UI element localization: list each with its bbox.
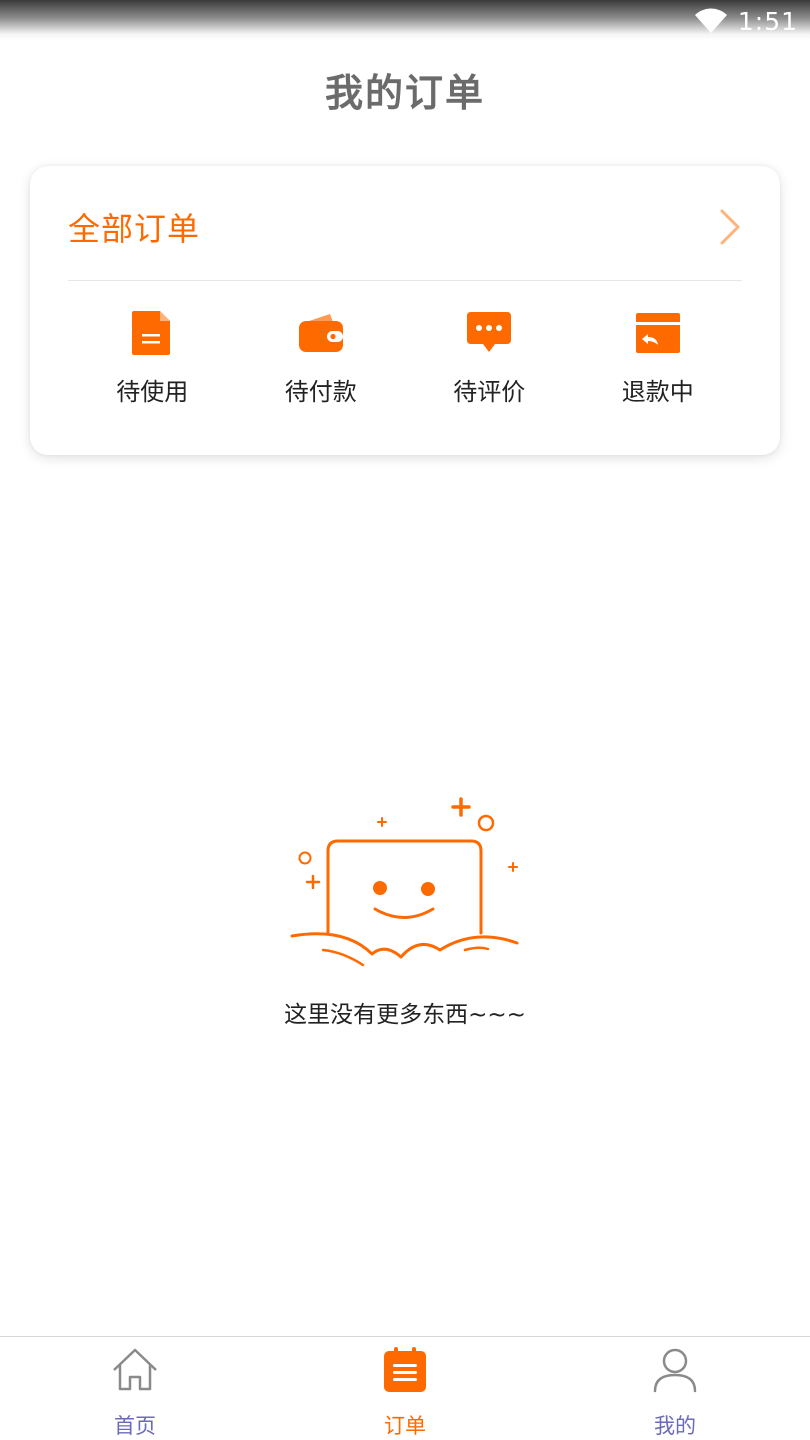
wifi-icon [694, 8, 727, 33]
status-indicators: 1:51 [694, 6, 798, 36]
order-status-row: 待使用 待付款 待评价 退款中 [68, 310, 742, 410]
smiley-box-icon [290, 797, 519, 967]
nav-item-home[interactable]: 首页 [0, 1337, 270, 1440]
chat-bubble-icon [467, 312, 512, 352]
user-icon [653, 1348, 697, 1393]
status-pending-use[interactable]: 待使用 [68, 310, 237, 410]
status-label: 待使用 [116, 378, 189, 406]
card-divider [68, 280, 742, 281]
wallet-icon [298, 314, 343, 352]
nav-item-orders[interactable]: 订单 [270, 1337, 540, 1440]
page-title: 我的订单 [324, 71, 485, 115]
chevron-right-icon [720, 209, 740, 245]
order-list-icon [384, 1347, 426, 1392]
all-orders-label: 全部订单 [68, 210, 201, 248]
nav-label-profile: 我的 [654, 1414, 696, 1438]
status-label: 待评价 [453, 378, 526, 406]
status-bar: 1:51 [0, 0, 810, 40]
status-time: 1:51 [737, 6, 798, 36]
refund-card-icon [635, 313, 680, 353]
document-icon [132, 311, 171, 355]
orders-screen: 1:51 我的订单 全部订单 待使用 待付款 待评价 退款中 这里没有更多东西~… [0, 0, 810, 1440]
empty-state-message: 这里没有更多东西~~~ [284, 1002, 526, 1028]
status-pending-review[interactable]: 待评价 [405, 310, 574, 410]
status-pending-payment[interactable]: 待付款 [237, 310, 406, 410]
bottom-nav: 首页 订单 我的 [0, 1336, 810, 1440]
status-label: 待付款 [284, 378, 357, 406]
nav-label-home: 首页 [114, 1414, 156, 1438]
status-label: 退款中 [621, 378, 694, 406]
order-card: 全部订单 待使用 待付款 待评价 退款中 [30, 166, 780, 455]
nav-label-orders: 订单 [384, 1414, 426, 1438]
status-refunding[interactable]: 退款中 [574, 310, 743, 410]
home-icon [113, 1348, 157, 1391]
nav-item-profile[interactable]: 我的 [540, 1337, 810, 1440]
all-orders-link[interactable]: 全部订单 [68, 192, 742, 262]
